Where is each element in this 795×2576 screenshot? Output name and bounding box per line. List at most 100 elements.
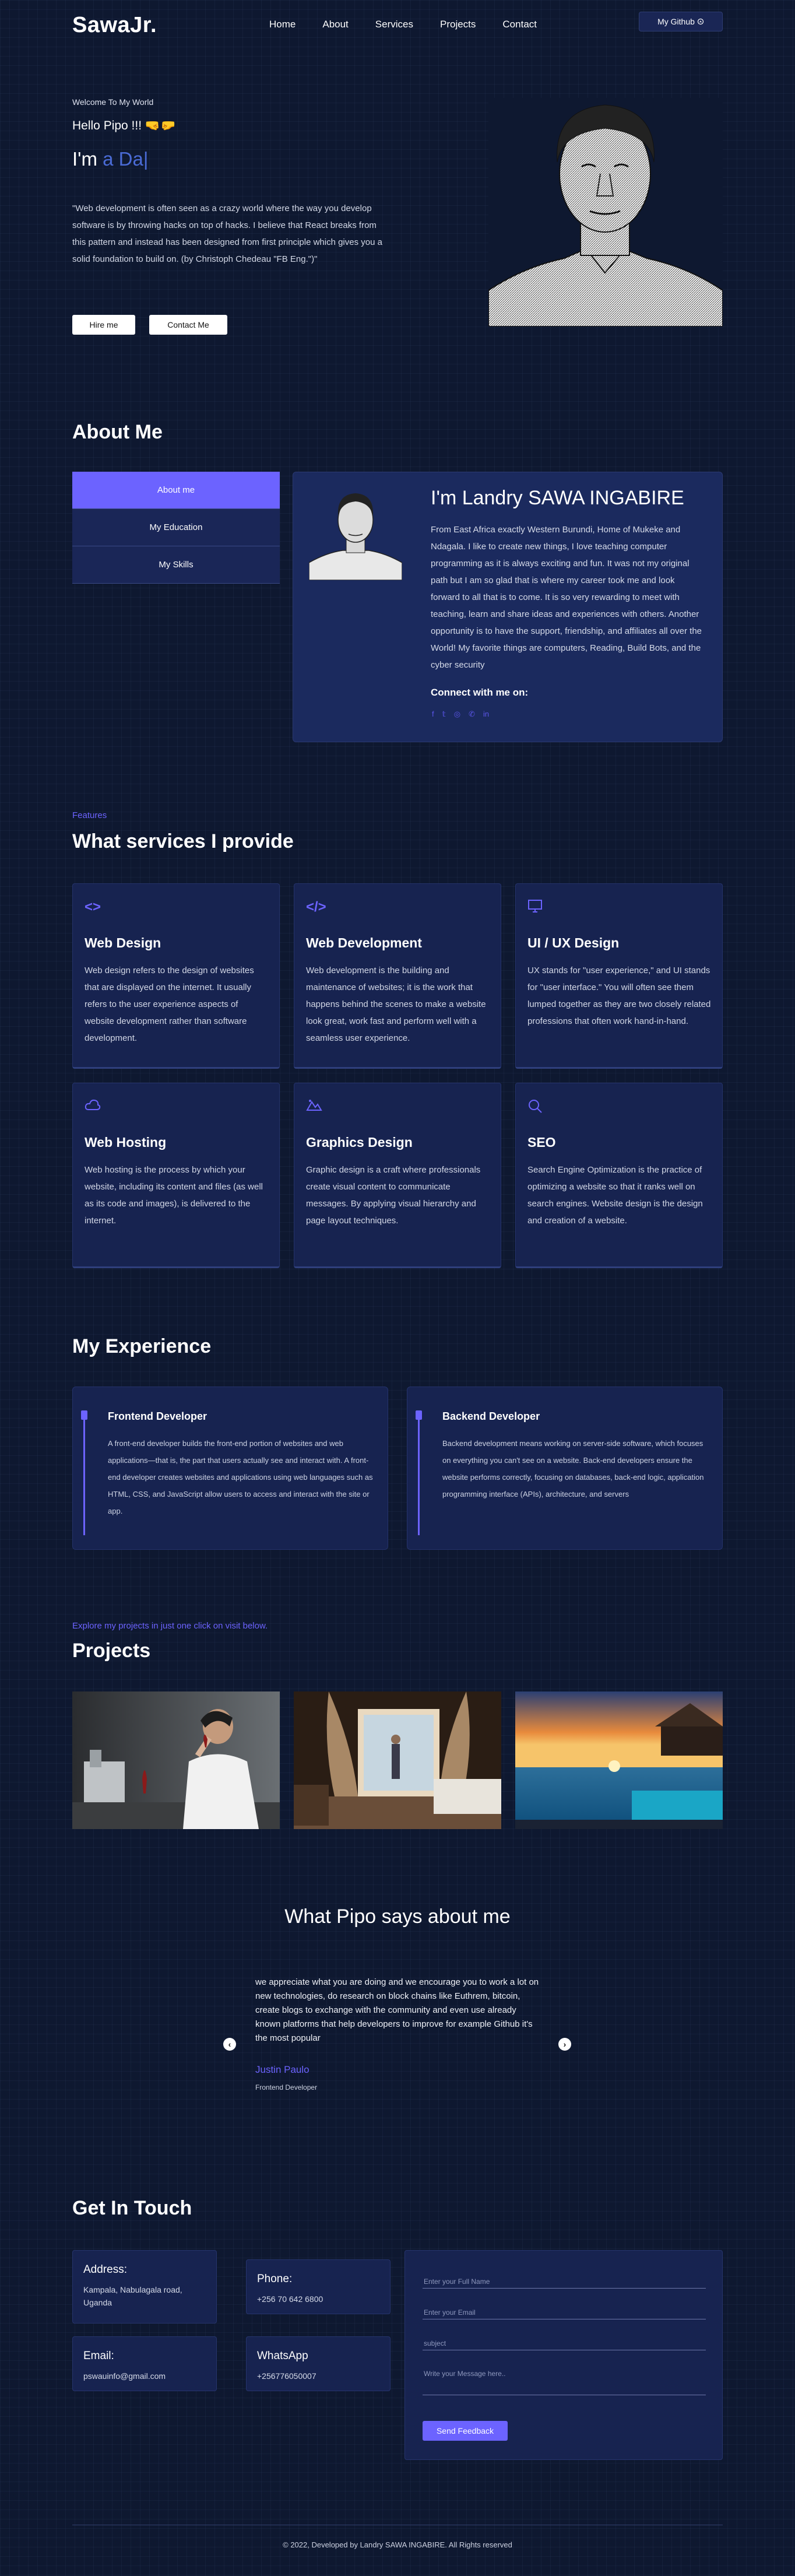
service-title: Web Design	[85, 935, 161, 950]
main-nav: Home About Services Projects Contact	[269, 19, 564, 30]
code-slash-icon: </>	[306, 899, 326, 915]
full-name-input[interactable]	[423, 2275, 706, 2289]
service-card-web-design: <> Web Design Web design refers to the d…	[72, 883, 280, 1069]
service-card-web-development: </> Web Development Web development is t…	[294, 883, 501, 1069]
email-value[interactable]: pswauinfo@gmail.com	[83, 2370, 212, 2382]
about-text: From East Africa exactly Western Burundi…	[431, 525, 702, 670]
tab-my-skills[interactable]: My Skills	[72, 546, 280, 584]
linkedin-icon[interactable]: in	[483, 710, 489, 719]
mountain-icon	[306, 1099, 322, 1115]
site-logo[interactable]: SawaJr.	[72, 13, 157, 38]
experience-title: Backend Developer	[442, 1410, 540, 1422]
service-title: Graphics Design	[306, 1135, 413, 1150]
phone-value[interactable]: +256 70 642 6800	[257, 2293, 385, 2305]
github-button-label: My Github	[657, 17, 695, 26]
nav-services-link[interactable]: Services	[375, 19, 413, 30]
testimonial-role: Frontend Developer	[255, 2083, 318, 2091]
instagram-icon[interactable]: ◎	[454, 710, 460, 719]
testimonial-author: Justin Paulo	[255, 2064, 309, 2075]
footer-text: © 2022, Developed by Landry SAWA INGABIR…	[283, 2540, 512, 2549]
address-value: Kampala, Nabulagala road, Uganda	[83, 2285, 182, 2307]
service-card-graphics-design: Graphics Design Graphic design is a craf…	[294, 1083, 501, 1268]
service-text: Web hosting is the process by which your…	[85, 1165, 263, 1226]
hero-im-prefix: I'm	[72, 148, 103, 170]
service-card-seo: SEO Search Engine Optimization is the pr…	[515, 1083, 723, 1268]
testimonial-prev-button[interactable]: ‹	[223, 2038, 236, 2051]
hero-portrait-image	[488, 98, 723, 327]
tab-about-me[interactable]: About me	[72, 472, 280, 509]
testimonial-next-button[interactable]: ›	[558, 2038, 571, 2051]
hero-hello: Hello Pipo !!! 🤜🤛	[72, 119, 176, 132]
service-card-ui-ux-design: UI / UX Design UX stands for "user exper…	[515, 883, 723, 1069]
address-label: Address:	[83, 2263, 127, 2276]
nav-contact-link[interactable]: Contact	[502, 19, 537, 30]
contact-whatsapp-box: WhatsApp +256776050007	[246, 2336, 391, 2391]
monitor-icon	[527, 899, 543, 917]
hero-welcome: Welcome To My World	[72, 97, 154, 107]
testimonial-heading: What Pipo says about me	[284, 1905, 511, 1928]
cloud-icon	[85, 1099, 101, 1115]
service-text: UX stands for "user experience," and UI …	[527, 966, 711, 1026]
service-text: Web design refers to the design of websi…	[85, 966, 254, 1043]
timeline-bar	[418, 1410, 420, 1535]
hero-typed-line: I'm a Da|	[72, 148, 148, 170]
facebook-icon[interactable]: f	[432, 710, 434, 719]
search-icon	[527, 1099, 543, 1118]
hire-me-button[interactable]: Hire me	[72, 315, 135, 335]
email-label: Email:	[83, 2350, 114, 2362]
projects-heading: Projects	[72, 1640, 151, 1662]
experience-title: Frontend Developer	[108, 1410, 207, 1422]
experience-card-backend: Backend Developer Backend development me…	[407, 1387, 723, 1550]
send-feedback-button[interactable]: Send Feedback	[423, 2421, 508, 2441]
hero-typed-text: a Da|	[103, 148, 149, 170]
about-name: I'm Landry SAWA INGABIRE	[431, 487, 684, 509]
service-title: UI / UX Design	[527, 935, 620, 950]
contact-email-box: Email: pswauinfo@gmail.com	[72, 2336, 217, 2391]
hero-quote: "Web development is often seen as a craz…	[72, 203, 382, 264]
tab-my-education[interactable]: My Education	[72, 509, 280, 546]
contact-address-box: Address: Kampala, Nabulagala road, Ugand…	[72, 2250, 217, 2324]
social-links: f 𝕥 ◎ ✆ in	[432, 710, 489, 719]
contact-me-button[interactable]: Contact Me	[149, 315, 227, 335]
experience-text: Backend development means working on ser…	[442, 1439, 704, 1498]
contact-phone-box: Phone: +256 70 642 6800	[246, 2259, 391, 2314]
nav-about-link[interactable]: About	[322, 19, 348, 30]
timeline-bar	[83, 1410, 85, 1535]
about-heading: About Me	[72, 421, 163, 443]
about-portrait-image	[309, 490, 402, 580]
timeline-marker	[416, 1410, 422, 1420]
github-button[interactable]: My Github	[639, 12, 723, 31]
contact-form: Send Feedback	[404, 2250, 723, 2460]
phone-label: Phone:	[257, 2273, 293, 2285]
twitter-icon[interactable]: 𝕥	[442, 710, 446, 719]
service-text: Web development is the building and main…	[306, 966, 486, 1043]
experience-text: A front-end developer builds the front-e…	[108, 1439, 373, 1515]
service-text: Graphic design is a craft where professi…	[306, 1165, 481, 1226]
message-textarea[interactable]	[423, 2367, 706, 2395]
nav-home-link[interactable]: Home	[269, 19, 296, 30]
service-card-web-hosting: Web Hosting Web hosting is the process b…	[72, 1083, 280, 1268]
experience-heading: My Experience	[72, 1335, 212, 1357]
service-title: Web Development	[306, 935, 422, 950]
service-text: Search Engine Optimization is the practi…	[527, 1165, 703, 1226]
timeline-marker	[81, 1410, 87, 1420]
whatsapp-value[interactable]: +256776050007	[257, 2370, 385, 2382]
project-image-hotel-room[interactable]	[294, 1691, 501, 1829]
contact-heading: Get In Touch	[72, 2197, 192, 2219]
testimonial-text: we appreciate what you are doing and we …	[255, 1977, 539, 2043]
service-title: SEO	[527, 1135, 556, 1150]
project-image-wine-tasting[interactable]	[72, 1691, 280, 1829]
nav-projects-link[interactable]: Projects	[440, 19, 476, 30]
email-input[interactable]	[423, 2306, 706, 2319]
whatsapp-label: WhatsApp	[257, 2350, 308, 2362]
project-image-ocean-resort[interactable]	[515, 1691, 723, 1829]
connect-label: Connect with me on:	[431, 687, 529, 698]
whatsapp-icon[interactable]: ✆	[469, 710, 475, 719]
service-title: Web Hosting	[85, 1135, 167, 1150]
github-icon	[697, 18, 704, 25]
projects-eyebrow[interactable]: Explore my projects in just one click on…	[72, 1621, 268, 1631]
services-eyebrow: Features	[72, 810, 107, 820]
code-brackets-icon: <>	[85, 899, 101, 915]
subject-input[interactable]	[423, 2337, 706, 2350]
experience-card-frontend: Frontend Developer A front-end developer…	[72, 1387, 388, 1550]
